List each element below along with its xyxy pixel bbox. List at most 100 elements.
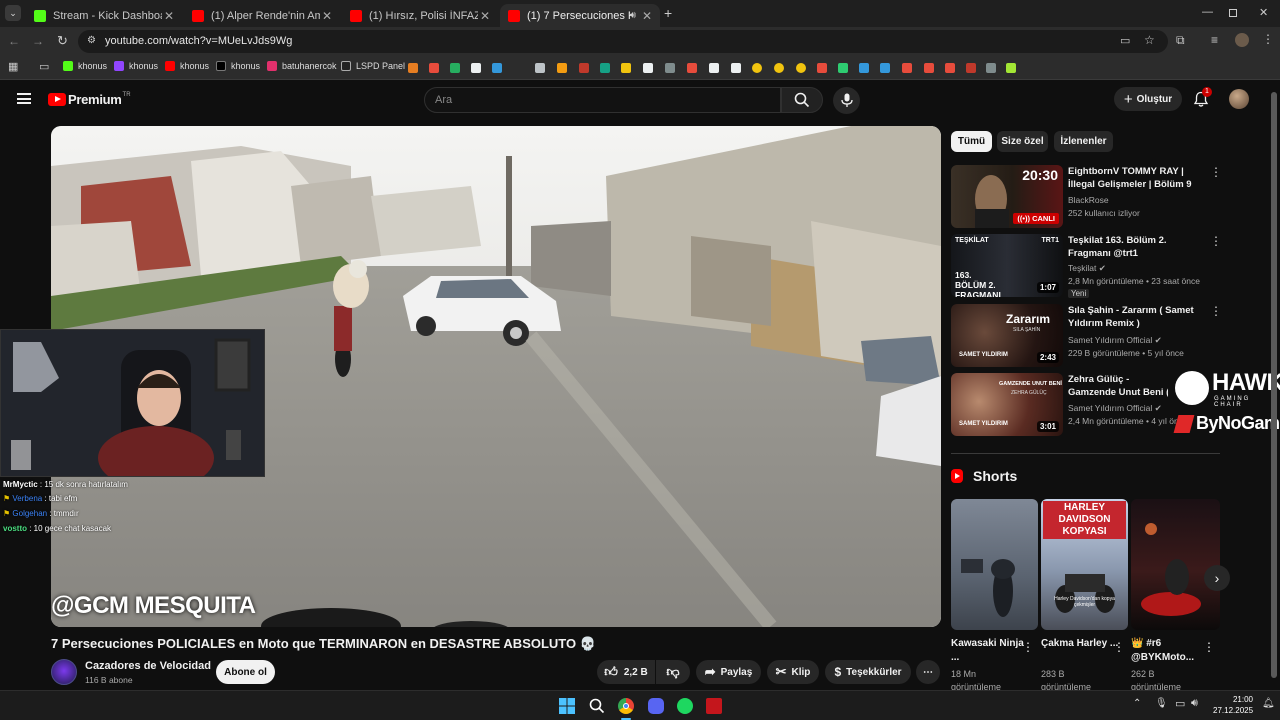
recommendation-channel[interactable]: Teşkilat ✔ <box>1068 263 1106 274</box>
bookmark-icon[interactable] <box>535 63 545 73</box>
microphone-icon[interactable]: 🎙︎ <box>1155 698 1168 709</box>
bookmark-x[interactable]: khonus <box>216 61 260 71</box>
search-input[interactable]: Ara <box>424 87 781 113</box>
bookmark-icon[interactable] <box>924 63 934 73</box>
notifications-button[interactable]: 1 <box>1193 87 1212 108</box>
hamburger-menu-icon[interactable] <box>17 93 31 104</box>
apps-grid-icon[interactable]: ▦ <box>8 60 18 73</box>
voice-search-button[interactable] <box>833 87 860 114</box>
folder-icon[interactable]: ▭ <box>39 60 49 73</box>
dislike-button[interactable]: 👎︎ <box>656 660 690 684</box>
profile-avatar[interactable] <box>1235 33 1249 47</box>
like-button[interactable]: 👍︎ 2,2 B <box>597 660 655 684</box>
chip-watched[interactable]: İzlenenler <box>1054 131 1113 152</box>
short-title[interactable]: Çakma Harley ... <box>1041 637 1119 651</box>
bookmark-icon[interactable] <box>557 63 567 73</box>
bookmark-icon[interactable] <box>838 63 848 73</box>
tab-kick-dashboard[interactable]: Stream - Kick Dashboard ✕ <box>26 4 182 27</box>
short-title[interactable]: 👑 #r6 @BYKMoto... <box>1131 637 1209 665</box>
bookmark-kick[interactable]: khonus <box>63 61 107 71</box>
windows-start-icon[interactable] <box>559 698 575 714</box>
bookmark-icon[interactable] <box>579 63 589 73</box>
close-window-button[interactable]: ✕ <box>1259 6 1268 19</box>
back-button[interactable]: ← <box>8 34 20 48</box>
bookmark-icon[interactable] <box>796 63 806 73</box>
address-bar[interactable]: ⚙ youtube.com/watch?v=MUeLvJds9Wg ▭ ☆ <box>78 30 1168 53</box>
bookmark-icon[interactable] <box>450 63 460 73</box>
search-button[interactable] <box>781 87 823 113</box>
chip-for-you[interactable]: Size özel <box>997 131 1048 152</box>
reload-button[interactable]: ↻ <box>57 33 68 49</box>
channel-avatar[interactable] <box>51 659 77 685</box>
bookmark-icon[interactable] <box>945 63 955 73</box>
new-tab-button[interactable]: + <box>664 5 672 21</box>
chrome-icon[interactable] <box>618 698 634 714</box>
tab-youtube-2[interactable]: (1) Hırsız, Polisi İNFAZ Etmeye Ç ✕ <box>342 4 498 27</box>
minimize-button[interactable]: — <box>1202 6 1213 18</box>
spotify-icon[interactable] <box>677 698 693 714</box>
bookmark-icon[interactable] <box>986 63 996 73</box>
maximize-button[interactable] <box>1229 9 1237 17</box>
more-options-icon[interactable]: ⋮ <box>1210 234 1222 248</box>
recommendation-title[interactable]: Zehra Gülüç - <box>1068 373 1168 386</box>
tab-youtube-active[interactable]: (1) 7 Persecuciones POLICIA 🔊︎ ✕ <box>500 4 660 27</box>
recommendation-item[interactable]: 20:30 ((•)) CANLI EightbornV TOMMY RAY |… <box>951 165 1222 229</box>
discord-icon[interactable] <box>648 698 664 714</box>
cast-icon[interactable]: ▭ <box>1120 34 1130 47</box>
page-scrollbar[interactable] <box>1271 86 1277 690</box>
create-button[interactable]: + Oluştur <box>1114 87 1182 111</box>
bookmark-instagram[interactable]: batuhanercok <box>267 61 337 71</box>
forward-button[interactable]: → <box>32 34 44 48</box>
bookmark-icon[interactable] <box>600 63 610 73</box>
account-avatar[interactable] <box>1229 89 1249 109</box>
close-icon[interactable]: ✕ <box>640 9 654 23</box>
bookmark-youtube[interactable]: khonus <box>165 61 209 71</box>
bookmark-icon[interactable] <box>492 63 502 73</box>
display-icon[interactable]: ▭ <box>1175 697 1185 710</box>
site-info-icon[interactable]: ⚙ <box>87 35 96 46</box>
more-options-icon[interactable]: ⋮ <box>1022 640 1034 654</box>
tray-chevron-icon[interactable]: ⌃ <box>1133 698 1141 709</box>
tab-search-dropdown[interactable]: ⌄ <box>5 5 21 21</box>
close-icon[interactable]: ✕ <box>478 9 492 23</box>
more-options-icon[interactable]: ⋮ <box>1203 640 1215 654</box>
bookmark-icon[interactable] <box>621 63 631 73</box>
short-thumbnail[interactable] <box>1131 499 1220 630</box>
bookmark-icon[interactable] <box>902 63 912 73</box>
short-thumbnail[interactable]: HARLEY DAVIDSON KOPYASI Harley Davidson'… <box>1041 499 1128 630</box>
clock[interactable]: 21:00 27.12.2025 <box>1213 694 1253 716</box>
thanks-button[interactable]: $ Teşekkürler <box>825 660 911 684</box>
video-thumbnail[interactable]: TEŞKİLAT TRT1 163. BÖLÜM 2. FRAGMANI 1:0… <box>951 234 1063 297</box>
bookmark-lspd[interactable]: LSPD Panel <box>341 61 405 71</box>
scrollbar-thumb[interactable] <box>1271 92 1277 678</box>
share-button[interactable]: ➦ Paylaş <box>696 660 761 684</box>
more-options-icon[interactable]: ⋮ <box>1113 640 1125 654</box>
extensions-icon[interactable]: ⧉ <box>1176 33 1185 48</box>
bookmark-icon[interactable] <box>966 63 976 73</box>
bookmark-icon[interactable] <box>709 63 719 73</box>
bookmark-icon[interactable] <box>687 63 697 73</box>
tab-youtube-1[interactable]: (1) Alper Rende'nin Amerikan P ✕ <box>184 4 340 27</box>
channel-name[interactable]: Cazadores de Velocidad <box>85 660 211 672</box>
recommendation-channel[interactable]: BlackRose <box>1068 195 1109 205</box>
bookmark-star-icon[interactable]: ☆ <box>1144 33 1155 47</box>
close-icon[interactable]: ✕ <box>162 9 176 23</box>
recommendation-title[interactable]: Teşkilat 163. Bölüm 2. Fragmanı @trt1 <box>1068 234 1208 260</box>
recommendation-channel[interactable]: Samet Yıldırım Official ✔ <box>1068 335 1162 346</box>
recommendation-item[interactable]: Zararım SILA ŞAHİN SAMET YILDIRIM 2:43 S… <box>951 304 1222 368</box>
recommendation-title[interactable]: Sıla Şahin - Zararım ( Samet Yıldırım Re… <box>1068 304 1208 330</box>
bookmark-icon[interactable] <box>471 63 481 73</box>
more-actions-button[interactable]: ⋯ <box>916 660 940 684</box>
bookmark-icon[interactable] <box>643 63 653 73</box>
shorts-next-button[interactable]: › <box>1204 565 1230 591</box>
reading-list-icon[interactable]: ≡ <box>1211 33 1218 47</box>
more-options-icon[interactable]: ⋮ <box>1210 304 1222 318</box>
bookmark-icon[interactable] <box>817 63 827 73</box>
youtube-logo[interactable]: Premium TR <box>48 92 131 107</box>
video-thumbnail[interactable]: GAMZENDE UNUT BENİ ZEHRA GÜLÜÇ SAMET YIL… <box>951 373 1063 436</box>
notification-bell-icon[interactable]: 🔔︎ <box>1262 698 1275 709</box>
video-thumbnail[interactable]: 20:30 ((•)) CANLI <box>951 165 1063 228</box>
video-thumbnail[interactable]: Zararım SILA ŞAHİN SAMET YILDIRIM 2:43 <box>951 304 1063 367</box>
bookmark-twitch[interactable]: khonus <box>114 61 158 71</box>
recommendation-channel[interactable]: Samet Yıldırım Official ✔ <box>1068 403 1162 414</box>
